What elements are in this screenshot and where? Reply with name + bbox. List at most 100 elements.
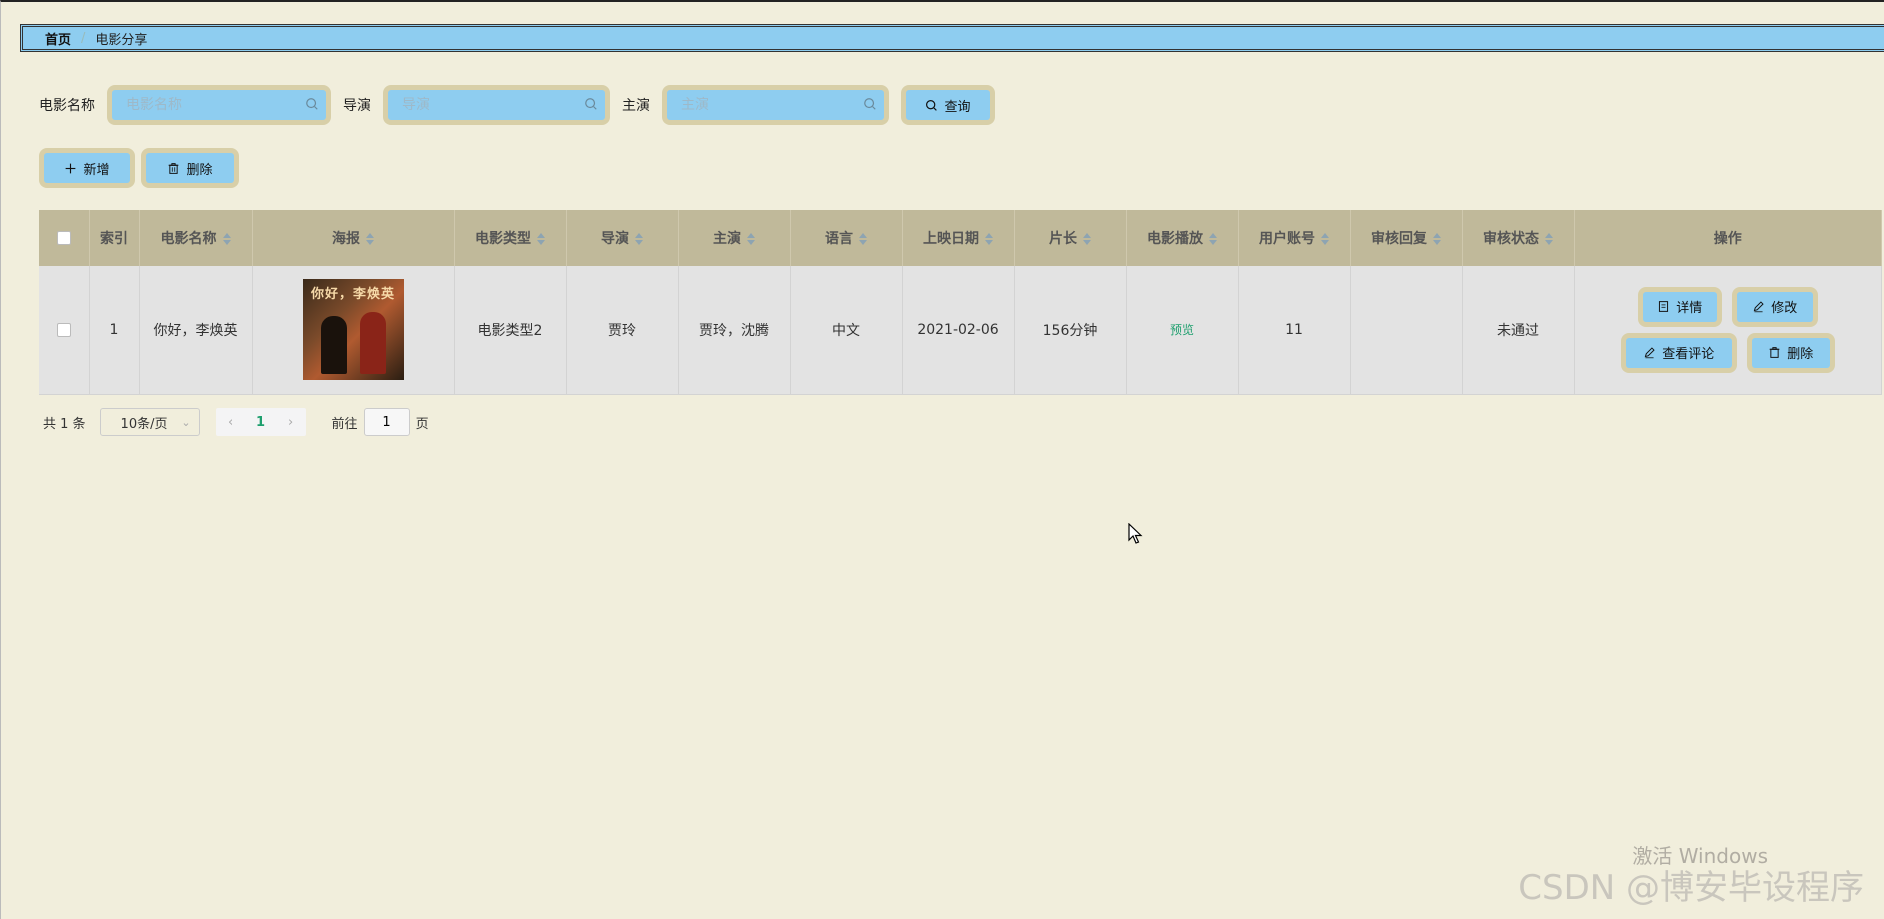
mouse-cursor-icon bbox=[1128, 523, 1143, 544]
pagination: 共 1 条 10条/页 ⌄ ‹ 1 › 前往 页 bbox=[43, 408, 429, 436]
header-user-account[interactable]: 用户账号 bbox=[1238, 210, 1351, 266]
add-button[interactable]: 新增 bbox=[44, 153, 130, 183]
table-header-row: 索引 电影名称 海报 电影类型 导演 主演 语言 上映日期 片长 电影播放 用户… bbox=[39, 210, 1882, 266]
breadcrumb-separator: / bbox=[81, 30, 86, 46]
edit-button[interactable]: 修改 bbox=[1736, 291, 1813, 322]
header-duration[interactable]: 片长 bbox=[1014, 210, 1127, 266]
header-movie-name-label: 电影名称 bbox=[160, 231, 217, 247]
header-actors-label: 主演 bbox=[713, 231, 741, 247]
header-release-date[interactable]: 上映日期 bbox=[902, 210, 1015, 266]
total-count: 共 1 条 bbox=[43, 416, 86, 432]
row-user-account: 11 bbox=[1238, 266, 1351, 395]
actor-label: 主演 bbox=[622, 98, 650, 114]
header-operations-label: 操作 bbox=[1713, 231, 1742, 247]
detail-button-label: 详情 bbox=[1676, 301, 1703, 317]
next-page-button[interactable]: › bbox=[276, 415, 306, 430]
breadcrumb: 首页 / 电影分享 bbox=[20, 24, 1884, 52]
header-duration-label: 片长 bbox=[1049, 231, 1077, 247]
row-movie-name: 你好，李焕英 bbox=[139, 266, 253, 395]
search-icon bbox=[585, 98, 597, 110]
comments-button-frame: 查看评论 bbox=[1620, 332, 1737, 373]
row-play-cell: 预览 bbox=[1126, 266, 1239, 395]
director-field bbox=[383, 85, 610, 125]
sort-icon[interactable] bbox=[1321, 233, 1329, 245]
header-play[interactable]: 电影播放 bbox=[1126, 210, 1239, 266]
view-comments-button[interactable]: 查看评论 bbox=[1625, 337, 1732, 368]
row-director: 贾玲 bbox=[566, 266, 679, 395]
header-review-reply[interactable]: 审核回复 bbox=[1350, 210, 1463, 266]
windows-activation-watermark: 激活 Windows bbox=[1632, 844, 1768, 868]
table-row: 1 你好，李焕英 你好，李焕英 电影类型2 贾玲 贾玲，沈腾 中文 2021-0… bbox=[39, 266, 1882, 395]
page-number-current[interactable]: 1 bbox=[246, 415, 276, 430]
row-duration: 156分钟 bbox=[1014, 266, 1127, 395]
sort-icon[interactable] bbox=[222, 233, 231, 245]
row-checkbox[interactable] bbox=[56, 322, 71, 337]
row-review-status: 未通过 bbox=[1462, 266, 1575, 395]
view-comments-button-label: 查看评论 bbox=[1662, 347, 1715, 363]
chevron-down-icon: ⌄ bbox=[181, 415, 191, 429]
delete-button-frame: 删除 bbox=[141, 148, 239, 188]
query-button[interactable]: 查询 bbox=[906, 90, 990, 120]
header-operations: 操作 bbox=[1574, 210, 1882, 266]
edit-icon bbox=[1644, 347, 1655, 359]
goto-prefix: 前往 bbox=[331, 416, 358, 432]
movie-poster-image[interactable]: 你好，李焕英 bbox=[302, 279, 404, 381]
movie-name-input[interactable] bbox=[112, 90, 326, 120]
trash-icon bbox=[169, 162, 179, 174]
row-index: 1 bbox=[89, 266, 140, 395]
breadcrumb-home[interactable]: 首页 bbox=[45, 29, 71, 48]
director-label: 导演 bbox=[343, 98, 371, 114]
row-select-cell bbox=[39, 266, 90, 395]
select-all-checkbox[interactable] bbox=[56, 231, 71, 245]
header-review-reply-label: 审核回复 bbox=[1371, 231, 1427, 247]
header-language[interactable]: 语言 bbox=[790, 210, 903, 266]
header-actors[interactable]: 主演 bbox=[678, 210, 791, 266]
actor-field bbox=[662, 85, 889, 125]
header-select-all bbox=[39, 210, 90, 266]
header-index: 索引 bbox=[89, 210, 140, 266]
header-poster[interactable]: 海报 bbox=[252, 210, 455, 266]
header-movie-name[interactable]: 电影名称 bbox=[139, 210, 253, 266]
preview-link[interactable]: 预览 bbox=[1170, 323, 1194, 337]
movie-name-label: 电影名称 bbox=[39, 98, 95, 114]
detail-button[interactable]: 详情 bbox=[1642, 291, 1717, 322]
add-button-label: 新增 bbox=[83, 162, 110, 178]
sort-icon[interactable] bbox=[635, 233, 643, 245]
row-actors: 贾玲，沈腾 bbox=[678, 266, 791, 395]
sort-icon[interactable] bbox=[1433, 233, 1441, 245]
edit-button-label: 修改 bbox=[1771, 301, 1798, 317]
header-review-status[interactable]: 审核状态 bbox=[1462, 210, 1575, 266]
actor-input[interactable] bbox=[667, 90, 884, 120]
sort-icon[interactable] bbox=[366, 233, 374, 245]
sort-icon[interactable] bbox=[1083, 233, 1091, 245]
sort-icon[interactable] bbox=[1209, 233, 1217, 245]
detail-button-frame: 详情 bbox=[1637, 286, 1722, 327]
row-release-date: 2021-02-06 bbox=[902, 266, 1015, 395]
goto-suffix: 页 bbox=[415, 416, 429, 432]
page-size-select[interactable]: 10条/页 ⌄ bbox=[99, 408, 200, 436]
edit-icon bbox=[1753, 301, 1764, 313]
row-poster-cell: 你好，李焕英 bbox=[252, 266, 455, 395]
header-review-status-label: 审核状态 bbox=[1483, 231, 1539, 247]
goto-page-input[interactable] bbox=[363, 408, 410, 436]
sort-icon[interactable] bbox=[985, 233, 993, 245]
row-delete-button[interactable]: 删除 bbox=[1751, 337, 1830, 368]
batch-delete-button[interactable]: 删除 bbox=[146, 153, 234, 183]
poster-title: 你好，李焕英 bbox=[310, 287, 395, 303]
movie-table: 索引 电影名称 海报 电影类型 导演 主演 语言 上映日期 片长 电影播放 用户… bbox=[39, 210, 1882, 395]
sort-icon[interactable] bbox=[747, 233, 755, 245]
plus-icon bbox=[66, 163, 76, 173]
director-input[interactable] bbox=[388, 90, 605, 120]
watermark: 激活 Windows CSDN @博安毕设程序 bbox=[1518, 844, 1864, 909]
action-bar: 新增 删除 bbox=[39, 148, 239, 188]
prev-page-button[interactable]: ‹ bbox=[216, 415, 246, 430]
header-director[interactable]: 导演 bbox=[566, 210, 679, 266]
sort-icon[interactable] bbox=[859, 233, 867, 245]
header-movie-type[interactable]: 电影类型 bbox=[454, 210, 567, 266]
goto-page: 前往 页 bbox=[332, 408, 429, 436]
row-delete-button-label: 删除 bbox=[1787, 347, 1814, 363]
sort-icon[interactable] bbox=[1545, 233, 1553, 245]
header-movie-type-label: 电影类型 bbox=[475, 231, 531, 247]
add-button-frame: 新增 bbox=[39, 148, 135, 188]
sort-icon[interactable] bbox=[537, 233, 545, 245]
